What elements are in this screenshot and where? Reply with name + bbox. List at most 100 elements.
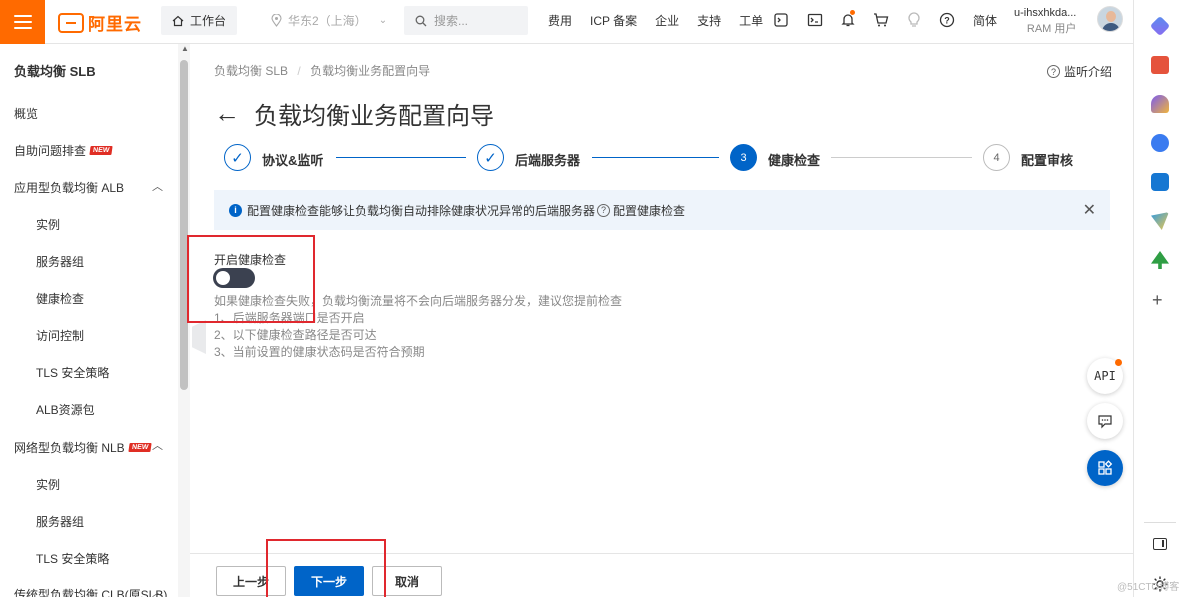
api-label: API: [1094, 369, 1116, 383]
menu-icon[interactable]: [0, 0, 45, 44]
search-input[interactable]: 搜索...: [404, 6, 528, 35]
add-icon[interactable]: +: [1152, 290, 1163, 311]
sidebar-item-alb-resource-pack[interactable]: ALB资源包: [36, 401, 95, 418]
sidebar-title: 负载均衡 SLB: [14, 64, 96, 79]
sidebar-item-nlb-server-groups[interactable]: 服务器组: [36, 513, 84, 530]
sidebar-scrollbar[interactable]: [180, 60, 188, 390]
next-step-button[interactable]: 下一步: [294, 566, 364, 596]
outlook-icon[interactable]: [1151, 173, 1169, 191]
toggle-knob: [216, 271, 230, 285]
toolbox-icon[interactable]: [1151, 56, 1169, 74]
info-alert: i 配置健康检查能够让负载均衡自动排除健康状况异常的后端服务器 ? 配置健康检查…: [214, 190, 1110, 230]
region-selector[interactable]: 华东2（上海） ⌄: [271, 12, 387, 29]
step-connector: [831, 157, 972, 158]
nav-link-support[interactable]: 支持: [697, 12, 721, 29]
watermark: @51CTO博客: [1117, 582, 1180, 593]
health-check-toggle[interactable]: [213, 268, 255, 288]
question-circle-icon: ?: [1047, 65, 1060, 78]
sidebar-item-alb-health-check[interactable]: 健康检查: [36, 290, 84, 307]
sidebar-item-label: 概览: [14, 107, 39, 121]
sidebar-group-nlb[interactable]: 网络型负载均衡 NLB NEW: [14, 439, 152, 456]
sidebar-item-overview[interactable]: 概览: [14, 105, 38, 122]
workbench-button[interactable]: 工作台: [161, 6, 237, 35]
breadcrumb: 负载均衡 SLB / 负载均衡业务配置向导: [214, 62, 430, 79]
sidebar-item-nlb-tls-policy[interactable]: TLS 安全策略: [36, 550, 109, 567]
terminal-icon[interactable]: [806, 11, 824, 29]
sidebar-collapse-handle[interactable]: [192, 320, 206, 354]
breadcrumb-item-current: 负载均衡业务配置向导: [310, 64, 431, 78]
chess-icon[interactable]: [1151, 95, 1169, 113]
wizard-steps: ✓ 协议&监听 ✓ 后端服务器 3 健康检查 4 配置审核: [224, 144, 1104, 174]
sidebar-item-alb-server-groups[interactable]: 服务器组: [36, 253, 84, 270]
sidebar-item-label: 访问控制: [36, 329, 85, 343]
sidebar-item-alb-access-control[interactable]: 访问控制: [36, 327, 84, 344]
sidebar-item-self-check[interactable]: 自助问题排查 NEW: [14, 142, 113, 159]
svg-text:?: ?: [944, 16, 950, 26]
listener-intro-label: 监听介绍: [1064, 65, 1113, 79]
step-1-check-icon: ✓: [224, 144, 251, 171]
back-arrow-icon[interactable]: ←: [214, 98, 240, 129]
new-badge: NEW: [128, 443, 152, 452]
nav-link-enterprise[interactable]: 企业: [655, 12, 679, 29]
health-check-description: 如果健康检查失败，负载均衡流量将不会向后端服务器分发，建议您提前检查 1、后端服…: [214, 293, 622, 361]
feedback-button[interactable]: [1087, 403, 1123, 439]
sidebar-group-alb[interactable]: 应用型负载均衡 ALB: [14, 179, 124, 196]
sidebar-item-label: 实例: [36, 218, 61, 232]
panel-toggle-icon[interactable]: [1153, 538, 1167, 550]
close-icon[interactable]: ✕: [1083, 200, 1096, 220]
logo-text: 阿里云: [88, 15, 142, 34]
question-circle-icon: ?: [597, 203, 611, 217]
sidebar-item-label: TLS 安全策略: [36, 366, 110, 380]
lightbulb-icon[interactable]: [905, 11, 923, 29]
description-line: 2、以下健康检查路径是否可达: [214, 328, 377, 342]
health-check-label: 开启健康检查: [214, 253, 287, 267]
hexagon-icon[interactable]: [1151, 134, 1169, 152]
user-menu[interactable]: u-ihsxhkda... RAM 用户: [1014, 5, 1076, 37]
step-3-label: 健康检查: [768, 153, 821, 168]
plane-icon[interactable]: [1151, 212, 1169, 230]
sidebar-item-alb-instances[interactable]: 实例: [36, 216, 60, 233]
sidebar: 负载均衡 SLB 概览 自助问题排查 NEW 应用型负载均衡 ALB ︿ 实例 …: [0, 44, 180, 597]
sidebar-group-clb[interactable]: 传统型负载均衡 CLB(原SLB): [14, 586, 167, 597]
language-switch[interactable]: 简体: [973, 12, 997, 29]
sidebar-item-label: ALB资源包: [36, 403, 95, 417]
aliyun-logo-mark: [58, 12, 84, 33]
app-grid-button[interactable]: [1087, 450, 1123, 486]
top-nav-links: 费用 ICP 备案 企业 支持 工单: [548, 12, 781, 29]
chevron-up-icon[interactable]: ︿: [152, 437, 163, 453]
health-check-help-link[interactable]: ? 配置健康检查: [597, 202, 685, 219]
user-role: RAM 用户: [1026, 23, 1077, 35]
step-connector: [592, 157, 719, 158]
cancel-button[interactable]: 取消: [372, 566, 442, 596]
cloud-shell-icon[interactable]: [772, 11, 790, 29]
page-title: ← 负载均衡业务配置向导: [214, 96, 494, 131]
tree-icon[interactable]: [1151, 251, 1169, 269]
bell-icon[interactable]: [839, 10, 857, 29]
step-1-label: 协议&监听: [262, 153, 324, 168]
step-connector: [336, 157, 466, 158]
cart-icon[interactable]: [872, 11, 890, 29]
sidebar-group-label: 传统型负载均衡 CLB(原SLB): [14, 588, 168, 597]
nav-link-billing[interactable]: 费用: [548, 12, 572, 29]
breadcrumb-item-slb[interactable]: 负载均衡 SLB: [214, 64, 288, 78]
nav-link-ticket[interactable]: 工单: [739, 12, 763, 29]
sidebar-item-alb-tls-policy[interactable]: TLS 安全策略: [36, 364, 109, 381]
step-2-label: 后端服务器: [515, 153, 581, 168]
step-4-indicator: 4: [983, 144, 1010, 171]
tag-icon[interactable]: [1149, 15, 1171, 37]
aliyun-logo[interactable]: 阿里云: [58, 10, 142, 35]
sidebar-item-nlb-instances[interactable]: 实例: [36, 476, 60, 493]
user-name: u-ihsxhkda...: [1014, 7, 1077, 19]
sidebar-item-label: 健康检查: [36, 292, 85, 306]
avatar[interactable]: [1097, 6, 1123, 32]
nav-link-icp[interactable]: ICP 备案: [590, 12, 637, 29]
help-icon[interactable]: ?: [938, 11, 956, 29]
listener-intro-link[interactable]: ? 监听介绍: [1047, 63, 1112, 80]
chevron-up-icon[interactable]: ︿: [152, 178, 163, 194]
grid-icon: [1098, 460, 1113, 475]
chevron-up-icon[interactable]: ︿: [152, 584, 163, 597]
page-title-text: 负载均衡业务配置向导: [254, 103, 494, 130]
health-check-help-label: 配置健康检查: [613, 203, 686, 218]
scroll-up-arrow-icon[interactable]: ▲: [181, 44, 189, 53]
prev-step-button[interactable]: 上一步: [216, 566, 286, 596]
